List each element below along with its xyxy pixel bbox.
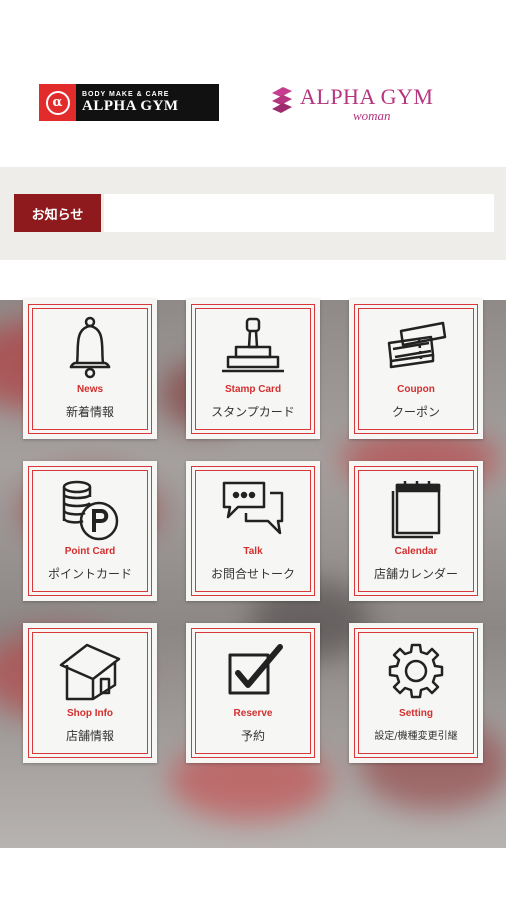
alpha-mark-glyph: α: [45, 90, 70, 115]
menu-tile-coupon[interactable]: Coupon クーポン: [349, 299, 483, 439]
tile-label-en: Reserve: [233, 708, 273, 719]
tile-label-jp: 設定/機種変更引継: [374, 731, 458, 742]
woman-logo-sub: woman: [353, 108, 391, 123]
menu-tile-calendar[interactable]: Calendar 店舗カレンダー: [349, 461, 483, 601]
coupon-icon: [387, 321, 447, 369]
tile-label-en: Talk: [243, 546, 263, 557]
chat-icon: [222, 481, 284, 535]
tile-label-en: Coupon: [397, 384, 435, 395]
calendar-icon: [391, 481, 441, 539]
notice-ticker[interactable]: [104, 194, 494, 232]
tile-label-en: Setting: [399, 708, 433, 719]
tile-label-jp: 予約: [240, 729, 265, 743]
alpha-gym-woman-logo: ALPHA GYM woman: [269, 82, 461, 126]
tile-label-en: Calendar: [394, 546, 438, 557]
alpha-logo-mark: α: [39, 84, 76, 121]
alpha-logo-name: ALPHA GYM: [82, 98, 179, 114]
tile-label-jp: スタンプカード: [211, 405, 295, 419]
menu-tile-stamp-card[interactable]: Stamp Card スタンプカード: [186, 299, 320, 439]
menu-tile-setting[interactable]: Setting 設定/機種変更引継: [349, 623, 483, 763]
alpha-gym-logo: α BODY MAKE & CARE ALPHA GYM: [39, 84, 219, 121]
tile-label-en: News: [76, 384, 104, 395]
alpha-logo-tagline: BODY MAKE & CARE: [82, 91, 170, 98]
menu-tile-shop-info[interactable]: Shop Info 店舗情報: [23, 623, 157, 763]
tile-label-jp: ポイントカード: [47, 567, 132, 581]
coins-icon: [62, 480, 119, 541]
tile-label-en: Stamp Card: [224, 384, 282, 395]
woman-emblem-icon: [272, 87, 292, 113]
tile-label-jp: 新着情報: [65, 405, 114, 419]
stamp-icon: [222, 317, 284, 373]
bottom-spacer: [0, 848, 506, 900]
menu-tile-reserve[interactable]: Reserve 予約: [186, 623, 320, 763]
menu-tile-talk[interactable]: Talk お問合せトーク: [186, 461, 320, 601]
menu-tile-news[interactable]: News 新着情報: [23, 299, 157, 439]
menu-tile-point-card[interactable]: Point Card ポイントカード: [23, 461, 157, 601]
notice-label: お知らせ: [14, 194, 101, 232]
tile-label-en: Shop Info: [66, 708, 114, 719]
checkbox-icon: [228, 644, 283, 695]
tile-label-jp: お問合せトーク: [210, 567, 295, 581]
gear-icon: [388, 643, 444, 699]
tile-label-en: Point Card: [64, 546, 116, 557]
house-icon: [59, 643, 121, 701]
woman-logo-name: ALPHA GYM: [300, 84, 434, 109]
bell-icon: [69, 316, 111, 379]
tile-label-jp: クーポン: [391, 405, 440, 419]
tile-label-jp: 店舗カレンダー: [373, 567, 458, 581]
tile-label-jp: 店舗情報: [65, 729, 114, 743]
